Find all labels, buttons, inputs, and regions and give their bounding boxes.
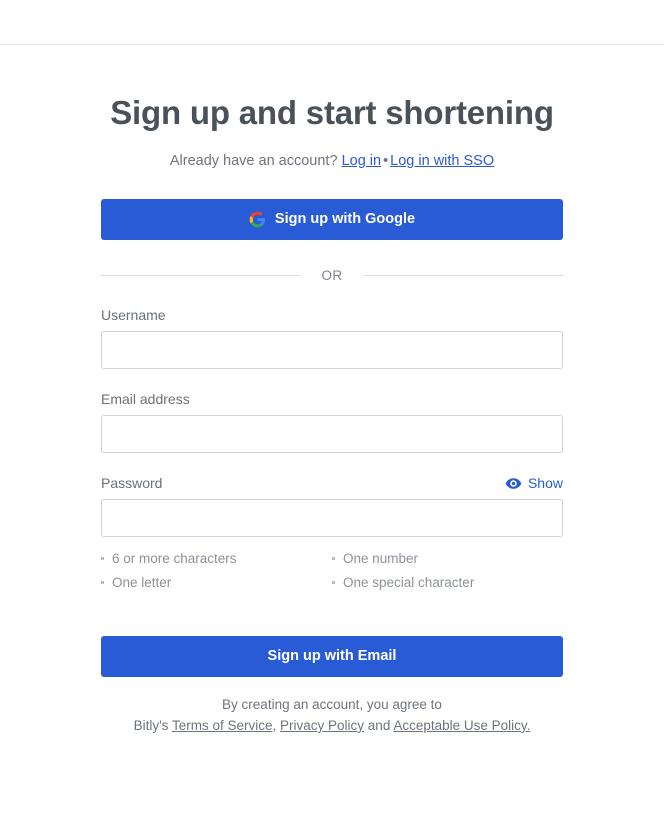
password-requirement-label: 6 or more characters: [112, 550, 237, 566]
bullet-icon: [101, 556, 104, 560]
username-label: Username: [101, 307, 166, 324]
password-label-row: Password Show: [101, 475, 563, 492]
password-requirement-label: One special character: [343, 575, 475, 591]
legal-prefix: Bitly's: [133, 717, 169, 733]
password-requirements-list: 6 or more characters One number One lett…: [101, 550, 563, 592]
signup-content: Sign up and start shortening Already hav…: [101, 45, 563, 737]
password-requirement-label: One letter: [112, 575, 172, 591]
email-input[interactable]: [101, 414, 563, 453]
eye-icon: [505, 475, 522, 492]
terms-of-service-link[interactable]: Terms of Service: [172, 718, 273, 733]
show-password-toggle[interactable]: Show: [505, 475, 563, 492]
link-separator-dot: •: [383, 152, 389, 169]
password-requirement-label: One number: [343, 550, 419, 566]
sign-up-with-google-button[interactable]: Sign up with Google: [101, 198, 563, 240]
sign-up-with-email-button[interactable]: Sign up with Email: [101, 635, 563, 677]
password-requirement: 6 or more characters: [101, 550, 332, 568]
email-field-group: Email address: [101, 391, 563, 453]
divider-rule-right: [363, 275, 563, 277]
username-label-row: Username: [101, 307, 563, 324]
password-label: Password: [101, 475, 163, 492]
bullet-icon: [101, 581, 104, 585]
show-password-label: Show: [527, 475, 563, 492]
password-requirement: One letter: [101, 574, 332, 592]
log-in-with-sso-link[interactable]: Log in with SSO: [390, 153, 494, 169]
email-label-row: Email address: [101, 391, 563, 408]
page-title: Sign up and start shortening: [110, 94, 554, 131]
email-label: Email address: [101, 391, 190, 408]
google-g-icon: [249, 211, 266, 228]
bullet-icon: [332, 556, 335, 560]
account-prompt-text: Already have an account?: [169, 152, 338, 169]
acceptable-use-policy-link[interactable]: Acceptable Use Policy.: [393, 718, 530, 733]
legal-disclaimer: By creating an account, you agree to Bit…: [101, 695, 563, 737]
password-requirement: One number: [332, 550, 563, 568]
bullet-icon: [332, 581, 335, 585]
password-field-group: Password Show: [101, 475, 563, 537]
legal-line-one: By creating an account, you agree to: [222, 696, 442, 712]
password-input[interactable]: [101, 498, 563, 537]
or-divider: OR: [101, 267, 563, 285]
username-input[interactable]: [101, 330, 563, 369]
username-field-group: Username: [101, 307, 563, 369]
divider-label: OR: [321, 268, 343, 284]
top-navigation-bar: [0, 0, 664, 45]
signup-page: Sign up and start shortening Already hav…: [0, 0, 664, 834]
legal-comma: ,: [272, 717, 277, 733]
divider-rule-left: [101, 275, 301, 277]
email-button-label: Sign up with Email: [267, 648, 397, 665]
legal-line-two: Bitly's Terms of Service, Privacy Policy…: [101, 716, 563, 737]
existing-account-prompt: Already have an account? Log in • Log in w…: [101, 151, 563, 171]
log-in-link[interactable]: Log in: [342, 153, 382, 169]
google-button-label: Sign up with Google: [274, 211, 416, 228]
privacy-policy-link[interactable]: Privacy Policy: [280, 718, 364, 733]
password-requirement: One special character: [332, 574, 563, 592]
legal-and: and: [367, 717, 391, 733]
